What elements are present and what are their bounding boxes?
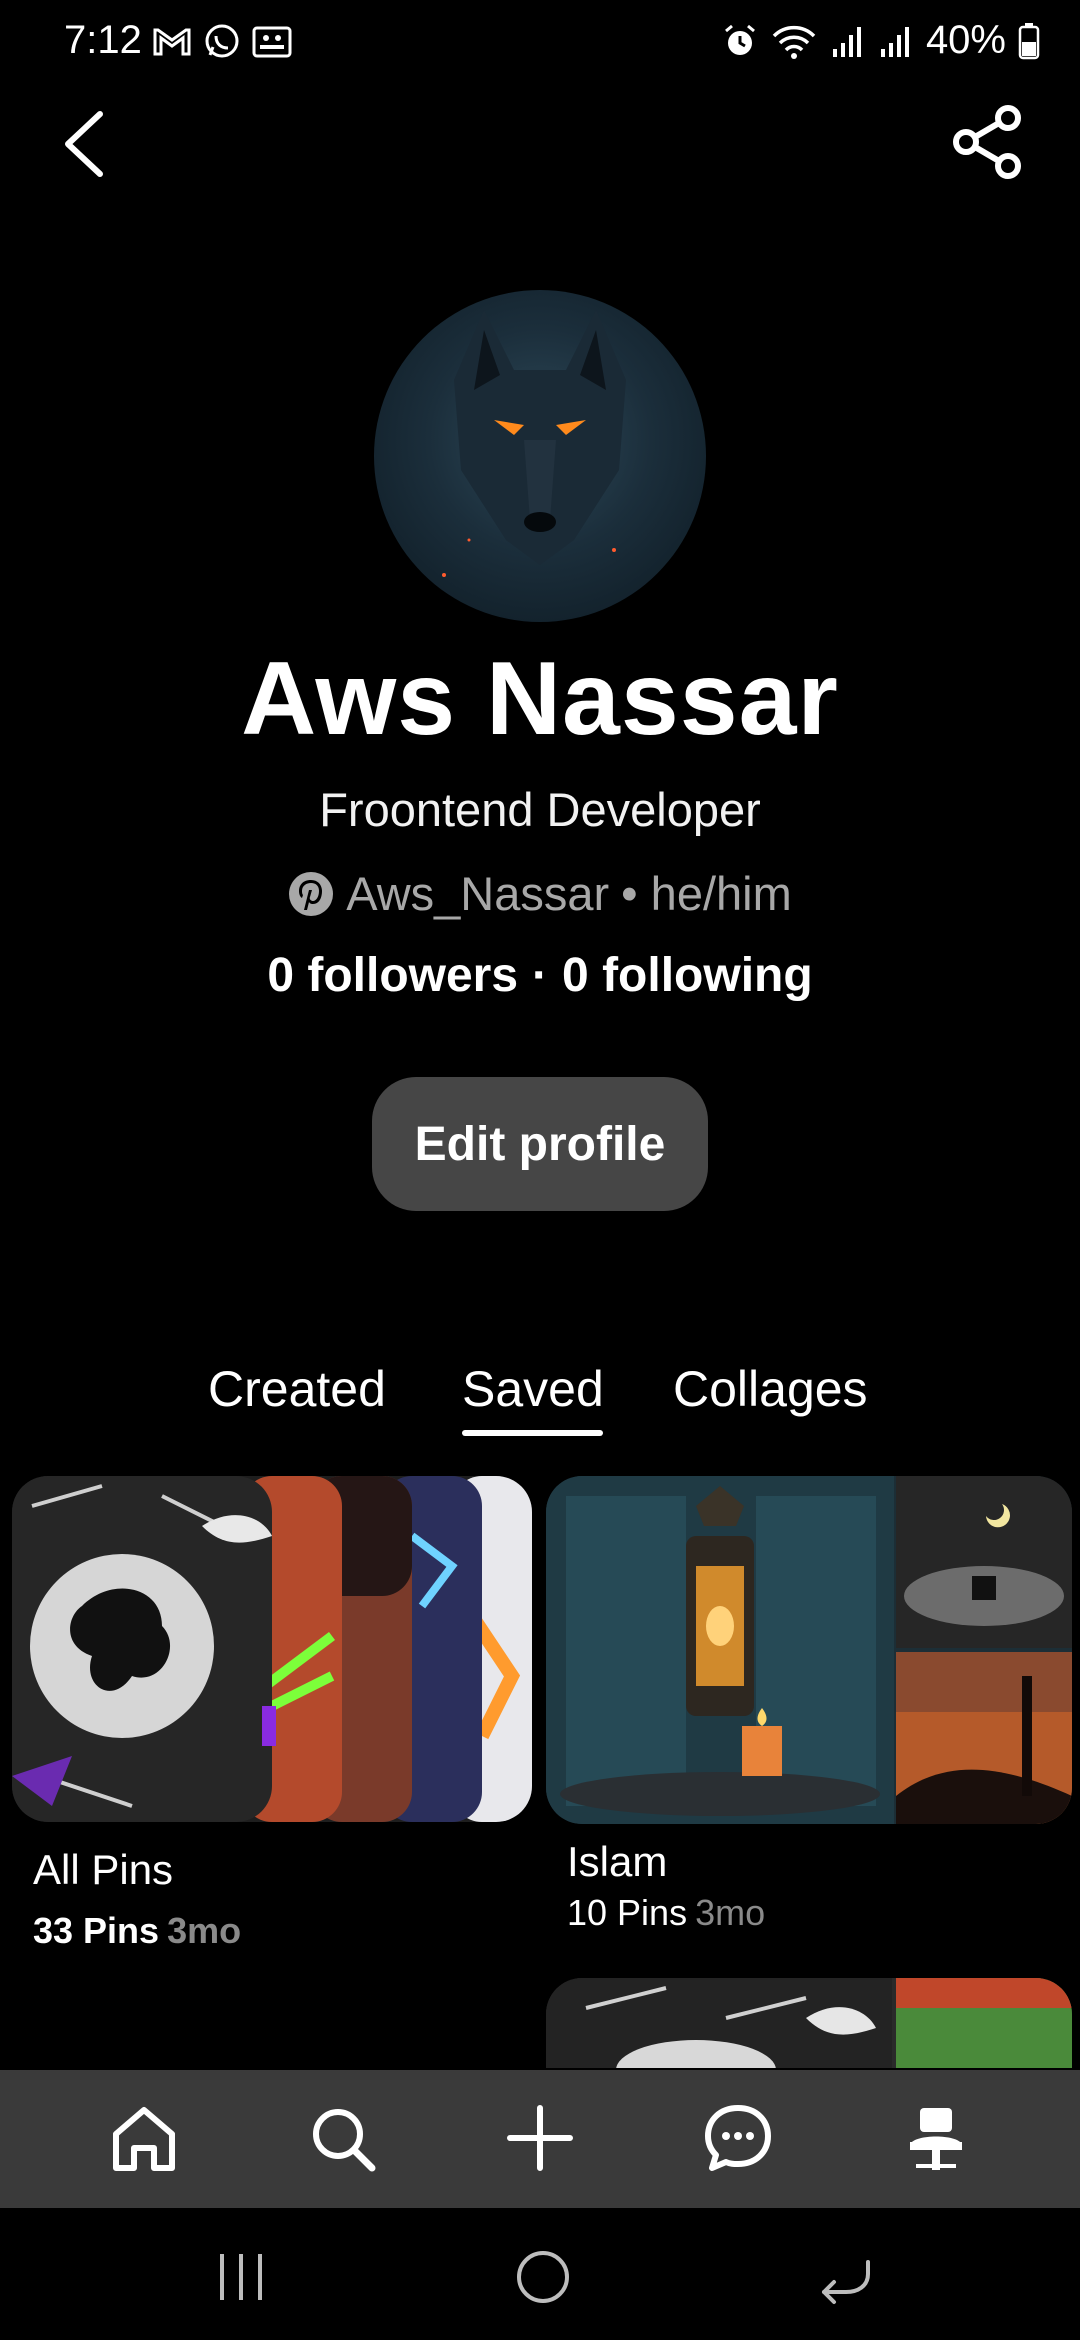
islam-collage-image	[546, 1476, 1072, 1824]
status-bar: 7:12 40%	[0, 0, 1080, 84]
board-title-all-pins: All Pins	[33, 1846, 174, 1893]
system-home-button[interactable]	[508, 2242, 578, 2312]
following-count[interactable]: 0 following	[562, 948, 813, 1003]
bottom-nav	[0, 2070, 1080, 2208]
profile-name: Aws Nassar	[241, 641, 839, 757]
gmail-icon	[153, 28, 191, 56]
edit-profile-button[interactable]: Edit profile	[372, 1077, 708, 1211]
wolf-avatar-image	[442, 310, 626, 577]
search-icon	[313, 2109, 376, 2172]
tab-saved[interactable]: Saved	[462, 1360, 604, 1418]
recents-icon	[220, 2254, 262, 2300]
profile-handle: Aws_Nassar	[346, 867, 610, 920]
back-button[interactable]	[54, 104, 118, 184]
tab-created[interactable]: Created	[208, 1360, 386, 1418]
share-button[interactable]	[950, 104, 1026, 180]
status-time: 7:12	[64, 18, 142, 62]
signal-icon	[832, 26, 861, 57]
nav-home[interactable]	[104, 2098, 184, 2178]
wifi-icon	[772, 25, 816, 59]
board-meta-islam: 10 Pins 3mo	[567, 1892, 765, 1934]
chevron-left-icon	[65, 111, 103, 177]
follow-stats[interactable]: 0 followers · 0 following	[0, 948, 1080, 1003]
tab-collages[interactable]: Collages	[673, 1360, 868, 1418]
board-age-all-pins: 3mo	[167, 1910, 242, 1951]
signal-icon	[880, 26, 909, 57]
nav-messages[interactable]	[698, 2098, 778, 2178]
partial-board-image	[546, 1978, 1072, 2068]
board-islam[interactable]	[546, 1476, 1072, 1824]
board-all-pins[interactable]	[12, 1476, 532, 1822]
profile-tabs: Created Saved Collages	[0, 1360, 1080, 1440]
alarm-icon	[724, 24, 755, 55]
saved-pin-icon	[910, 2108, 962, 2170]
notification-icons	[152, 22, 292, 62]
board-age-islam: 3mo	[695, 1892, 766, 1933]
system-back-button[interactable]	[810, 2242, 880, 2312]
system-nav	[0, 2208, 1080, 2340]
stats-separator: ·	[532, 949, 549, 1002]
board-count-islam: 10 Pins	[567, 1892, 688, 1933]
profile-pronouns: • he/him	[621, 867, 792, 920]
back-icon	[822, 2260, 870, 2304]
board-partial[interactable]	[546, 1978, 1072, 2068]
board-title-islam: Islam	[567, 1838, 668, 1885]
all-pins-collage-image	[12, 1476, 532, 1822]
battery-icon	[1018, 22, 1040, 59]
nav-create[interactable]	[500, 2098, 580, 2178]
handle-row: Aws_Nassar • he/him	[0, 866, 1080, 921]
gallery-icon	[252, 26, 292, 58]
plus-icon	[507, 2105, 573, 2171]
share-icon	[953, 105, 1021, 179]
board-count-all-pins: 33 Pins	[33, 1910, 160, 1951]
nav-search[interactable]	[302, 2098, 382, 2178]
active-tab-indicator	[462, 1430, 603, 1436]
whatsapp-icon	[205, 24, 239, 58]
board-meta-all-pins: 33 Pins 3mo	[33, 1910, 241, 1952]
messages-icon	[705, 2105, 771, 2171]
pinterest-logo-icon	[289, 871, 334, 916]
followers-count[interactable]: 0 followers	[267, 948, 518, 1003]
nav-saved[interactable]	[896, 2098, 976, 2178]
avatar[interactable]	[374, 290, 706, 622]
home-circle-icon	[517, 2251, 569, 2303]
system-recents-button[interactable]	[206, 2242, 276, 2312]
battery-percent: 40%	[925, 18, 1006, 62]
home-icon	[113, 2107, 175, 2171]
profile-bio: Froontend Developer	[319, 783, 761, 836]
system-status: 40%	[722, 18, 1040, 63]
